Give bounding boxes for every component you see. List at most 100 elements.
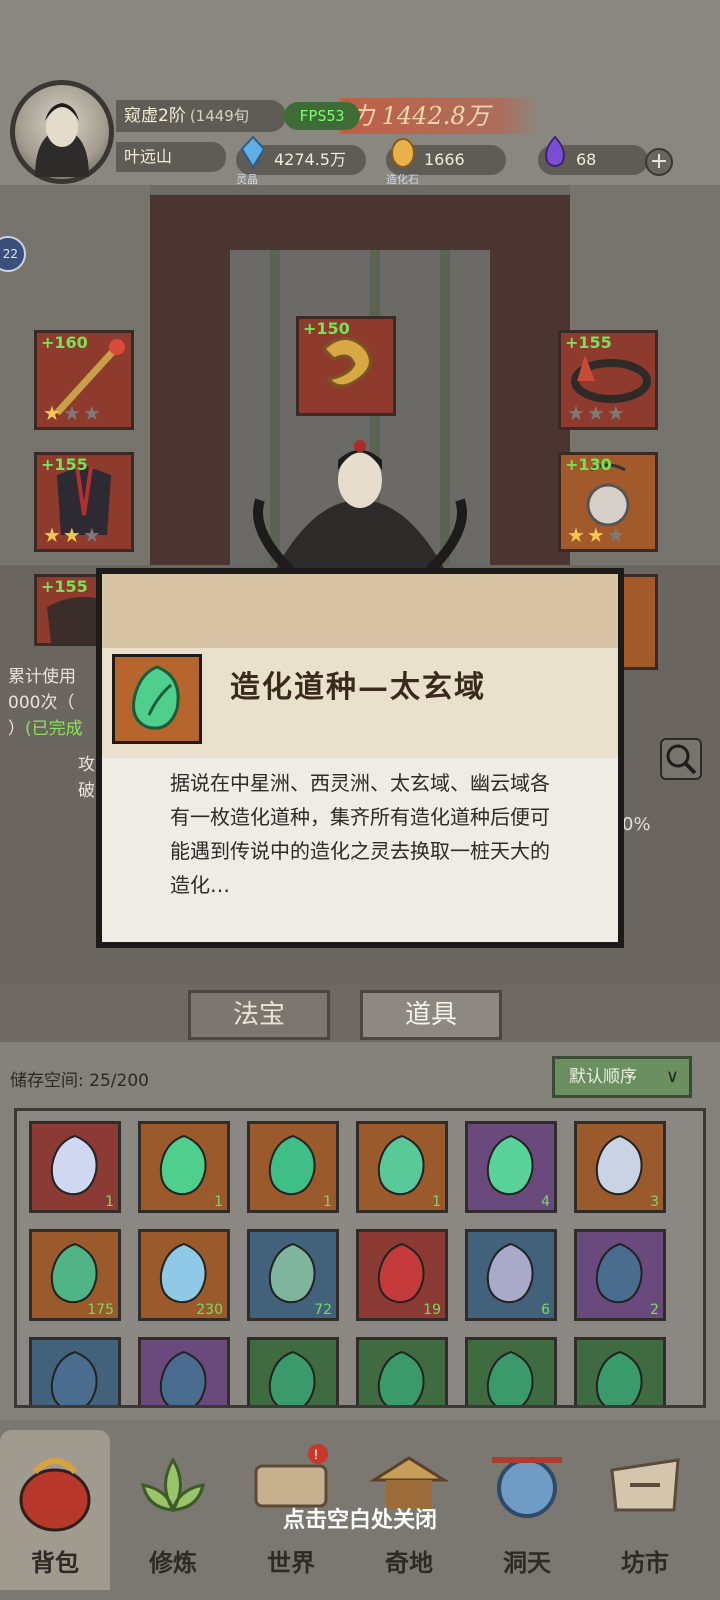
avatar-portrait-icon [35, 103, 89, 177]
inventory-slot[interactable] [574, 1337, 666, 1405]
tab-magic-treasure[interactable]: 法宝 [188, 990, 330, 1040]
equip-slot-crown[interactable]: +155 ★★★ [558, 330, 658, 430]
usage-line-2: 000次（ [8, 693, 75, 713]
realm-sub-text: (1449旬 [189, 107, 249, 125]
resource-label: 造化石 [386, 173, 419, 186]
resource-value: 1666 [424, 150, 465, 169]
item-count: 72 [314, 1302, 332, 1318]
power-value: 1442.8万 [381, 102, 490, 130]
tap-to-close-hint: 点击空白处关闭 [282, 1508, 437, 1533]
svg-text:!: ! [314, 1446, 318, 1462]
player-name: 叶远山 [116, 142, 226, 172]
star-rating: ★★★ [567, 401, 627, 425]
item-title: 造化道种—太玄域 [230, 670, 486, 705]
storage-value: 25/200 [89, 1071, 149, 1091]
item-count: 1 [214, 1194, 223, 1210]
inventory-slot[interactable]: 3 [574, 1121, 666, 1213]
item-count: 175 [87, 1302, 114, 1318]
inventory-grid: 1 1 1 1 4 3 175 230 72 19 6 2 [14, 1108, 706, 1408]
inventory-slot[interactable]: 1 [138, 1121, 230, 1213]
resource-value: 4274.5万 [274, 150, 346, 169]
equip-level: +155 [41, 577, 88, 596]
realm-level: 窥虚2阶 (1449旬 [116, 100, 286, 132]
stat-attack: 攻 [78, 755, 95, 775]
item-count: 1 [432, 1194, 441, 1210]
inventory-slot[interactable] [465, 1337, 557, 1405]
treasure-chest-icon [50, 1350, 98, 1405]
inventory-slot[interactable] [138, 1337, 230, 1405]
usage-line-1: 累计使用 [8, 667, 76, 687]
item-detail-dialog[interactable]: 造化道种—太玄域 据说在中星洲、西灵洲、太玄域、幽云域各有一枚造化道种，集齐所有… [96, 568, 624, 948]
treasure-chest-icon [159, 1350, 207, 1405]
plus-icon: + [649, 149, 669, 174]
search-button[interactable] [660, 738, 702, 780]
search-icon [666, 744, 697, 775]
inventory-slot[interactable] [29, 1337, 121, 1405]
inventory-slot[interactable] [247, 1337, 339, 1405]
star-rating: ★★★ [567, 523, 627, 547]
inventory-slot[interactable]: 19 [356, 1229, 448, 1321]
item-description: 据说在中星洲、西灵洲、太玄域、幽云域各有一枚造化道种，集齐所有造化道种后便可能遇… [170, 771, 550, 897]
stat-break: 破 [78, 781, 95, 801]
usage-line-3: ） [8, 719, 25, 739]
item-count: 6 [541, 1302, 550, 1318]
item-count: 3 [650, 1194, 659, 1210]
inventory-slot[interactable]: 4 [465, 1121, 557, 1213]
sort-order-label: 默认顺序 [569, 1067, 637, 1087]
nav-cultivate-label: 修炼 [149, 1548, 197, 1577]
item-count: 230 [196, 1302, 223, 1318]
equip-level: +155 [565, 333, 612, 352]
fps-counter: FPS53 [284, 102, 360, 130]
inventory-slot[interactable]: 1 [356, 1121, 448, 1213]
item-count: 1 [105, 1194, 114, 1210]
combat-power: 力 1442.8万 [340, 98, 540, 134]
tab-items[interactable]: 道具 [360, 990, 502, 1040]
inventory-slot[interactable]: 6 [465, 1229, 557, 1321]
inventory-slot[interactable]: 175 [29, 1229, 121, 1321]
item-count: 4 [541, 1194, 550, 1210]
resource-spirit-crystal[interactable]: 灵晶 4274.5万 [236, 135, 366, 186]
creation-stone-icon [391, 138, 415, 168]
storage-label: 储存空间: [10, 1071, 84, 1091]
player-avatar[interactable] [10, 80, 114, 184]
inventory-slot[interactable]: 2 [574, 1229, 666, 1321]
equip-level: +155 [41, 455, 88, 474]
item-count: 1 [323, 1194, 332, 1210]
green-token-icon [377, 1350, 425, 1405]
resource-label: 灵晶 [236, 173, 258, 186]
usage-done-status: (已完成 [25, 719, 83, 739]
sort-order-dropdown[interactable]: 默认顺序 ∨ [552, 1056, 692, 1098]
equip-level: +160 [41, 333, 88, 352]
item-icon-frame [112, 654, 202, 744]
stat-percent: 0% [622, 814, 651, 835]
resource-creation-stone[interactable]: 造化石 1666 [386, 138, 506, 186]
item-count: 19 [423, 1302, 441, 1318]
equip-slot-robe[interactable]: +155 ★★★ [34, 452, 134, 552]
nav-market-label: 坊市 [621, 1548, 669, 1577]
resource-value: 68 [576, 150, 597, 169]
equip-level: +130 [565, 455, 612, 474]
equip-slot-weapon[interactable]: +160 ★★★ [34, 330, 134, 430]
purple-flame-icon [545, 135, 565, 167]
equip-slot-pendant[interactable]: +130 ★★★ [558, 452, 658, 552]
dialog-header-pattern [102, 574, 618, 648]
green-token-icon [268, 1350, 316, 1405]
nav-cave-heaven-label: 洞天 [503, 1548, 551, 1577]
equip-slot-ornament[interactable]: +150 [296, 316, 396, 416]
nav-wonderland-label: 奇地 [385, 1548, 433, 1577]
inventory-slot[interactable] [356, 1337, 448, 1405]
equip-level: +150 [303, 319, 350, 338]
nav-world-label: 世界 [267, 1548, 315, 1577]
inventory-slot[interactable]: 230 [138, 1229, 230, 1321]
inventory-slot[interactable]: 1 [29, 1121, 121, 1213]
add-resource-button[interactable]: + [645, 148, 673, 176]
star-rating: ★★★ [43, 523, 103, 547]
nav-bag-label: 背包 [31, 1548, 79, 1577]
green-seed-icon [132, 665, 180, 730]
item-count: 2 [650, 1302, 659, 1318]
inventory-slot[interactable]: 1 [247, 1121, 339, 1213]
resource-purple-flame[interactable]: 68 [538, 135, 648, 175]
inventory-slot[interactable]: 72 [247, 1229, 339, 1321]
realm-text: 窥虚2阶 [124, 106, 186, 126]
spirit-crystal-icon [240, 135, 266, 169]
